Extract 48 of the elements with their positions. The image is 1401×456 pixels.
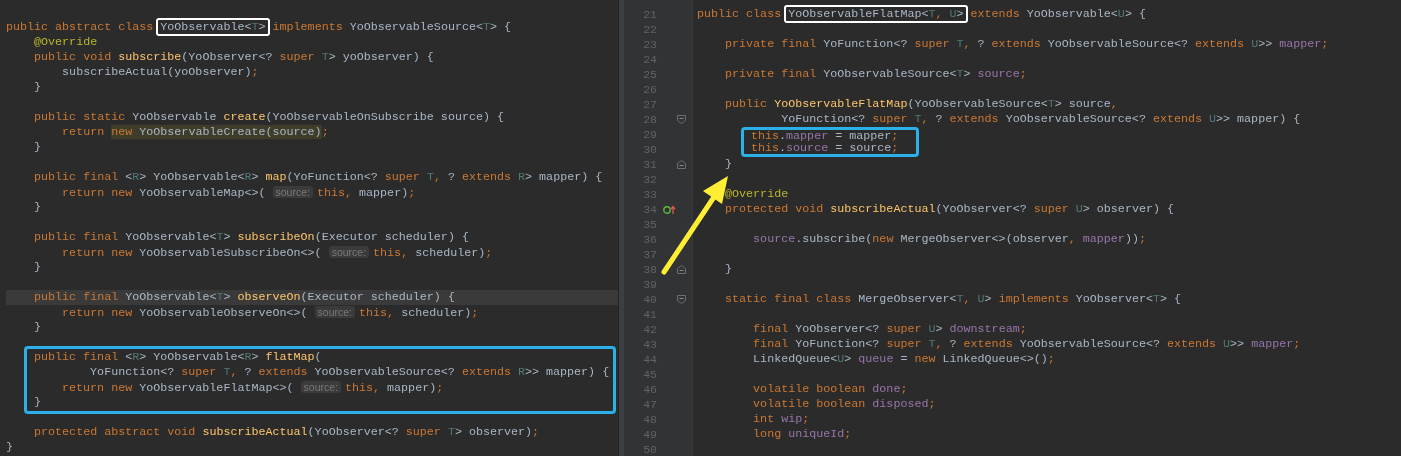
code-line: } [33, 80, 43, 95]
code-line: } [724, 262, 734, 277]
code-line: volatile boolean disposed; [752, 397, 937, 412]
code-line: @Override [33, 35, 99, 50]
code-line: YoFunction<? super T, ? extends YoObservableSource<? extends R>> mapper) { [89, 365, 610, 380]
code-line: protected abstract void subscribeActual(YoObserver<? super T> observer); [33, 425, 541, 440]
code-line: } [724, 157, 734, 172]
code-line: public void subscribe(YoObserver<? super T> yoObserver) { [33, 50, 435, 65]
code-line: public final <R> YoObservable<R> flatMap( [34, 350, 322, 365]
code-line: this.mapper = mapper; [751, 130, 899, 142]
code-line: } [33, 200, 43, 215]
code-line: LinkedQueue<U> queue = new LinkedQueue<>(); [752, 352, 1056, 367]
code-line: @Override [724, 187, 790, 202]
code-line: public YoObservableFlatMap(YoObservableSource<T> source, [724, 97, 1119, 112]
code-line: return new YoObservableObserveOn<>( source: this, scheduler); [61, 305, 480, 320]
override-icon[interactable] [663, 204, 677, 215]
code-line: int wip; [752, 412, 811, 427]
code-line: } [6, 440, 14, 455]
code-line: final YoFunction<? super T, ? extends YoObservableSource<? extends U>> mapper; [752, 337, 1302, 352]
code-line: YoFunction<? super T, ? extends YoObservableSource<? extends U>> mapper) { [780, 112, 1302, 127]
code-line: subscribeActual(yoObserver); [61, 65, 260, 80]
code-line: this.source = source; [751, 142, 899, 154]
highlight-frame: YoObservableFlatMap<T, U> [784, 5, 968, 23]
fold-icon[interactable] [677, 160, 686, 169]
highlight-frame: YoObservable<T> [156, 18, 270, 36]
fold-icon[interactable] [677, 295, 686, 304]
fold-icon[interactable] [677, 265, 686, 274]
code-line: } [34, 395, 41, 410]
code-line: public static YoObservable create(YoObservableOnSubscribe source) { [33, 110, 505, 125]
code-line: public abstract class YoObservable<T> implements YoObservableSource<T> { [6, 20, 513, 35]
code-line: return new YoObservableSubscribeOn<>( source: this, scheduler); [61, 245, 494, 260]
code-line: public class YoObservableFlatMap<T, U> extends YoObservable<U> { [697, 7, 1147, 22]
code-line: source.subscribe(new MergeObserver<>(observer, mapper)); [752, 232, 1147, 247]
fold-icon[interactable] [677, 115, 686, 124]
code-line: protected void subscribeActual(YoObserver<? super U> observer) { [724, 202, 1175, 217]
code-line: final YoObserver<? super U> downstream; [752, 322, 1028, 337]
code-line: } [33, 320, 43, 335]
code-line: } [33, 140, 43, 155]
code-line: private final YoFunction<? super T, ? extends YoObservableSource<? extends U>> mapper; [724, 37, 1330, 52]
code-line: return new YoObservableMap<>( source: this, mapper); [61, 185, 417, 200]
code-line: public final <R> YoObservable<R> map(YoFunction<? super T, ? extends R> mapper) { [33, 170, 604, 185]
code-line: } [33, 260, 43, 275]
code-line: volatile boolean done; [752, 382, 909, 397]
code-line: return new YoObservableFlatMap<>( source: this, mapper); [61, 380, 444, 395]
code-line: static final class MergeObserver<T, U> implements YoObserver<T> { [724, 292, 1182, 307]
code-line: private final YoObservableSource<T> source; [724, 67, 1028, 82]
code-line: long uniqueId; [752, 427, 853, 442]
code-line: public final YoObservable<T> subscribeOn(Executor scheduler) { [33, 230, 470, 245]
